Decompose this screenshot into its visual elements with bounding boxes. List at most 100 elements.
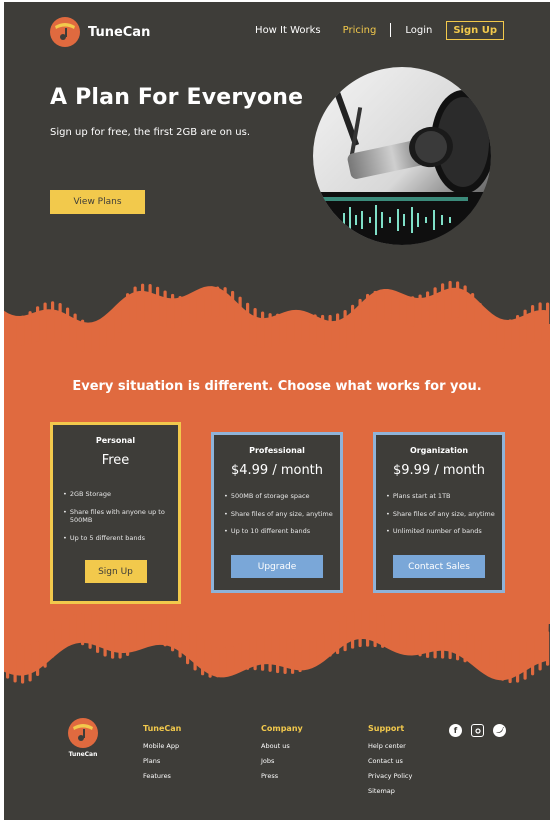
wave-bar <box>516 646 520 683</box>
wave-bar <box>133 286 137 323</box>
wave-bar <box>276 313 280 346</box>
plan-feature: • Up to 5 different bands <box>63 533 145 542</box>
wave-bar <box>463 285 467 320</box>
wave-bar <box>208 289 212 317</box>
plan-feature: • 500MB of storage space <box>224 492 310 500</box>
wave-bar <box>201 294 205 319</box>
wave-bar <box>411 296 415 327</box>
footer-link-press[interactable]: Press <box>261 769 303 784</box>
wave-bar <box>88 324 92 353</box>
wave-bar <box>81 612 85 646</box>
wave-bar <box>321 314 325 349</box>
wave-bar <box>216 286 220 317</box>
plan-feature: • Share files with anyone up to 500MB <box>63 507 165 525</box>
wave-bar <box>381 615 385 648</box>
wave-bar <box>36 306 40 342</box>
wave-bar <box>546 631 550 666</box>
wave-bar <box>336 313 340 351</box>
wave-bar <box>283 637 287 675</box>
plan-feature: • Share files of any size, anytime <box>224 509 333 518</box>
logo[interactable]: TuneCan <box>50 17 150 47</box>
wave-bar <box>58 623 62 648</box>
plans-section-title: Every situation is different. Choose wha… <box>72 379 482 394</box>
nav-signup-button[interactable]: Sign Up <box>446 20 504 40</box>
wave-bar <box>373 611 377 648</box>
wave-bar <box>433 621 437 659</box>
wave-bar <box>523 642 527 680</box>
wave-bar <box>28 311 32 345</box>
wave-bar <box>186 296 190 326</box>
wave-bar <box>216 646 220 678</box>
wave-bar <box>208 643 212 678</box>
view-plans-button[interactable]: View Plans <box>50 190 145 214</box>
upgrade-button[interactable]: Upgrade <box>231 555 323 578</box>
nav-pricing[interactable]: Pricing <box>343 25 377 36</box>
wave-bar <box>148 616 152 640</box>
contact-sales-button[interactable]: Contact Sales <box>393 555 485 578</box>
wave-bar <box>103 323 107 347</box>
wave-bar <box>13 644 17 683</box>
wave-bar <box>58 303 62 341</box>
wave-bar <box>471 292 475 325</box>
plan-feature-list: • 500MB of storage space • Share files of … <box>214 492 340 536</box>
wave-bar <box>373 290 377 323</box>
wave-bar <box>96 326 100 352</box>
footer-link-sitemap[interactable]: Sitemap <box>368 784 412 799</box>
wave-bar <box>366 293 370 329</box>
wave-bar <box>133 621 137 652</box>
wave-bar <box>81 319 85 352</box>
wave-bar <box>163 290 167 327</box>
wave-bar <box>268 634 272 672</box>
wave-bar <box>141 283 145 321</box>
footer-logo-icon[interactable] <box>68 718 98 748</box>
twitter-icon[interactable] <box>493 724 506 737</box>
facebook-icon[interactable]: f <box>449 724 462 737</box>
footer-brand-name: TuneCan <box>68 751 98 758</box>
footer-link-plans[interactable]: Plans <box>143 754 181 769</box>
wave-bar <box>306 314 310 342</box>
footer-link-jobs[interactable]: Jobs <box>261 754 303 769</box>
plan-price: $9.99 / month <box>392 463 486 478</box>
tunecan-logo-icon <box>50 17 80 47</box>
wave-bar <box>478 303 482 332</box>
wave-bar <box>538 302 542 341</box>
personal-signup-button[interactable]: Sign Up <box>84 560 147 583</box>
wave-bar <box>531 637 535 676</box>
footer-link-help-center[interactable]: Help center <box>368 739 412 754</box>
wave-bar <box>336 621 340 655</box>
wave-bar <box>178 296 182 328</box>
wave-bar <box>126 293 130 327</box>
nav-login[interactable]: Login <box>405 25 432 36</box>
wave-bar <box>306 639 310 668</box>
wave-bar <box>516 314 520 349</box>
wave-bar <box>276 635 280 674</box>
nav-how-it-works[interactable]: How It Works <box>255 25 321 36</box>
footer-link-features[interactable]: Features <box>143 769 181 784</box>
wave-bar <box>261 311 265 348</box>
wave-bar <box>298 316 302 340</box>
wave-bar <box>231 645 235 669</box>
footer-link-contact-us[interactable]: Contact us <box>368 754 412 769</box>
wave-bar <box>253 636 257 671</box>
footer-link-mobile-app[interactable]: Mobile App <box>143 739 181 754</box>
wave-bar <box>13 318 17 346</box>
wave-bar <box>358 609 362 648</box>
instagram-icon[interactable] <box>471 724 484 737</box>
footer-link-privacy-policy[interactable]: Privacy Policy <box>368 769 412 784</box>
wave-bar <box>111 313 115 341</box>
wave-bar <box>456 624 460 661</box>
wave-bar <box>411 625 415 654</box>
plan-feature: • Share files of any size, anytime <box>386 509 495 518</box>
wave-bar <box>238 643 242 670</box>
wave-bar <box>51 629 55 658</box>
brand-name: TuneCan <box>88 24 151 40</box>
wave-bar <box>51 301 55 340</box>
wave-bar <box>351 304 355 343</box>
plan-feature: • Up to 10 different bands <box>224 527 311 535</box>
plan-feature-list: • 2GB Storage • Share files with anyone up… <box>53 490 178 542</box>
wave-bar <box>283 314 287 343</box>
wave-bar <box>531 304 535 343</box>
wave-bar <box>231 290 235 327</box>
footer-link-about-us[interactable]: About us <box>261 739 303 754</box>
wave-bar <box>493 648 497 676</box>
